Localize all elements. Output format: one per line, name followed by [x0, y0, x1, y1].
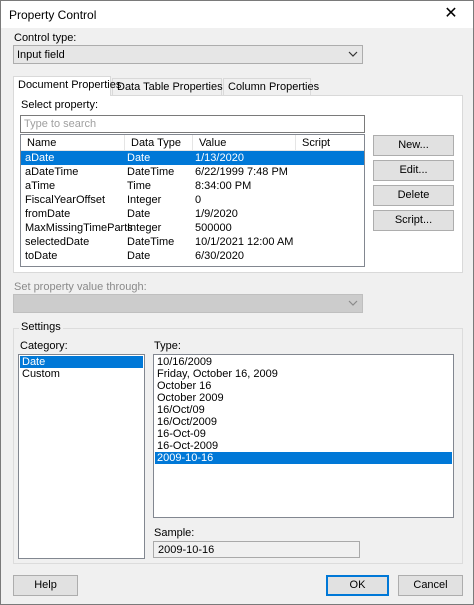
sample-label: Sample:: [154, 527, 195, 539]
delete-property-button[interactable]: Delete: [373, 185, 454, 206]
edit-property-button[interactable]: Edit...: [373, 160, 454, 181]
column-header-script[interactable]: Script: [296, 135, 364, 151]
set-value-through-label: Set property value through:: [14, 281, 147, 293]
row-data-type: DateTime: [127, 236, 175, 248]
row-value: 6/30/2020: [195, 250, 244, 262]
control-type-select[interactable]: Input field: [13, 45, 363, 64]
help-button[interactable]: Help: [13, 575, 78, 596]
row-name: MaxMissingTimeParts: [25, 222, 133, 234]
row-data-type: Date: [127, 250, 151, 262]
table-row[interactable]: fromDate Date 1/9/2020: [21, 207, 364, 221]
chevron-down-icon: [348, 297, 358, 312]
row-data-type: Integer: [127, 222, 162, 234]
tab-data-table-properties[interactable]: Data Table Properties: [112, 78, 223, 95]
tab-label: Data Table Properties: [117, 81, 223, 93]
column-header-value[interactable]: Value: [193, 135, 296, 151]
control-type-value: Input field: [17, 49, 65, 61]
list-item[interactable]: Date: [20, 356, 143, 368]
type-list[interactable]: 10/16/2009 Friday, October 16, 2009 Octo…: [153, 354, 454, 518]
row-data-type: Date: [127, 152, 151, 164]
list-item[interactable]: October 16: [155, 380, 452, 392]
row-name: toDate: [25, 250, 58, 262]
row-value: 500000: [195, 222, 232, 234]
row-name: aDateTime: [25, 166, 79, 178]
type-label: Type:: [154, 340, 181, 352]
row-data-type: Date: [127, 208, 151, 220]
row-data-type: Time: [127, 180, 152, 192]
control-type-label: Control type:: [14, 32, 76, 44]
row-name: selectedDate: [25, 236, 90, 248]
tab-label: Column Properties: [228, 81, 320, 93]
row-data-type: Integer: [127, 194, 162, 206]
row-value: 8:34:00 PM: [195, 180, 252, 192]
table-row[interactable]: aTime Time 8:34:00 PM: [21, 179, 364, 193]
row-name: FiscalYearOffset: [25, 194, 106, 206]
control-type-label-text: Control type:: [14, 32, 77, 44]
close-icon[interactable]: ✕: [429, 1, 473, 28]
table-row[interactable]: toDate Date 6/30/2020: [21, 249, 364, 263]
row-name: fromDate: [25, 208, 71, 220]
property-list-header: Name Data Type Value Script: [21, 135, 364, 151]
list-item[interactable]: Custom: [20, 368, 143, 380]
row-value: 0: [195, 194, 202, 206]
new-property-button[interactable]: New...: [373, 135, 454, 156]
list-item[interactable]: Friday, October 16, 2009: [155, 368, 452, 380]
sample-field: 2009-10-16: [153, 541, 360, 558]
title-bar[interactable]: Property Control ✕: [1, 1, 473, 28]
ok-button[interactable]: OK: [326, 575, 389, 596]
column-header-data-type[interactable]: Data Type: [125, 135, 193, 151]
row-value: 10/1/2021 12:00 AM: [195, 236, 294, 248]
window-title: Property Control: [9, 8, 97, 22]
list-item[interactable]: 16/Oct/2009: [155, 416, 452, 428]
list-item[interactable]: October 2009: [155, 392, 452, 404]
script-button[interactable]: Script...: [373, 210, 454, 231]
sample-value: 2009-10-16: [158, 544, 215, 556]
row-data-type: DateTime: [127, 166, 175, 178]
tab-column-properties[interactable]: Column Properties: [223, 78, 319, 95]
table-row[interactable]: FiscalYearOffset Integer 0: [21, 193, 364, 207]
property-control-dialog: Property Control ✕ Control type: Input f…: [0, 0, 474, 605]
table-row[interactable]: MaxMissingTimeParts Integer 500000: [21, 221, 364, 235]
table-row[interactable]: aDate Date 1/13/2020: [21, 151, 364, 165]
chevron-down-icon: [348, 48, 358, 63]
settings-legend: Settings: [19, 321, 63, 333]
row-value: 1/9/2020: [195, 208, 238, 220]
category-label: Category:: [20, 340, 68, 352]
row-name: aTime: [25, 180, 56, 192]
cancel-button[interactable]: Cancel: [398, 575, 463, 596]
table-row[interactable]: aDateTime DateTime 6/22/1999 7:48 PM: [21, 165, 364, 179]
list-item[interactable]: 16-Oct-2009: [155, 440, 452, 452]
list-item[interactable]: 2009-10-16: [155, 452, 452, 464]
column-header-name[interactable]: Name: [21, 135, 125, 151]
table-row[interactable]: selectedDate DateTime 10/1/2021 12:00 AM: [21, 235, 364, 249]
list-item[interactable]: 16/Oct/09: [155, 404, 452, 416]
select-property-label: Select property:: [21, 99, 99, 111]
category-list[interactable]: Date Custom: [18, 354, 145, 559]
list-item[interactable]: 16-Oct-09: [155, 428, 452, 440]
tab-label: Document Properties: [18, 79, 122, 91]
row-value: 1/13/2020: [195, 152, 244, 164]
property-search-input[interactable]: [21, 116, 364, 132]
tab-document-properties[interactable]: Document Properties: [13, 76, 121, 96]
set-value-through-select[interactable]: [13, 294, 363, 313]
property-list[interactable]: Name Data Type Value Script aDate Date 1…: [20, 134, 365, 267]
row-name: aDate: [25, 152, 55, 164]
list-item[interactable]: 10/16/2009: [155, 356, 452, 368]
property-search-box: [20, 115, 365, 133]
row-value: 6/22/1999 7:48 PM: [195, 166, 288, 178]
